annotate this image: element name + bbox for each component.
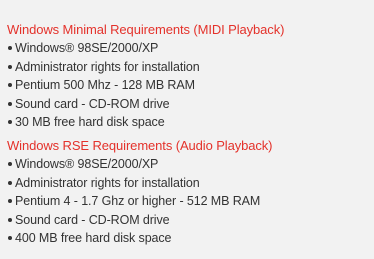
list-item-text: 400 MB free hard disk space — [15, 231, 172, 245]
bullet-dot-icon — [8, 162, 12, 167]
bullet-dot-icon — [8, 199, 12, 204]
bullet-dot-icon — [8, 101, 12, 106]
list-item: 30 MB free hard disk space — [7, 113, 367, 132]
list-item: Sound card - CD-ROM drive — [7, 95, 367, 114]
requirements-list: Windows® 98SE/2000/XP Administrator righ… — [7, 39, 367, 132]
requirements-panel: Windows Minimal Requirements (MIDI Playb… — [0, 0, 374, 259]
bullet-dot-icon — [8, 180, 12, 185]
list-item: Administrator rights for installation — [7, 174, 367, 193]
bullet-dot-icon — [8, 120, 12, 125]
list-item: 400 MB free hard disk space — [7, 229, 367, 248]
bullet-dot-icon — [8, 236, 12, 241]
list-item-text: Sound card - CD-ROM drive — [15, 212, 170, 227]
list-item-text: Windows® 98SE/2000/XP — [15, 41, 159, 55]
midi-requirements-section: Windows Minimal Requirements (MIDI Playb… — [7, 21, 367, 132]
list-item-text: Windows® 98SE/2000/XP — [15, 157, 159, 171]
section-heading: Windows Minimal Requirements (MIDI Playb… — [7, 22, 285, 37]
list-item-text: Pentium 4 - 1.7 Ghz or higher - 512 MB R… — [15, 194, 261, 208]
list-item: Sound card - CD-ROM drive — [7, 211, 367, 230]
rse-requirements-section: Windows RSE Requirements (Audio Playback… — [7, 137, 367, 248]
bullet-dot-icon — [8, 83, 12, 88]
section-heading: Windows RSE Requirements (Audio Playback… — [7, 138, 273, 153]
list-item-text: Administrator rights for installation — [15, 175, 200, 190]
list-item: Pentium 4 - 1.7 Ghz or higher - 512 MB R… — [7, 192, 367, 211]
list-item: Administrator rights for installation — [7, 58, 367, 77]
list-item: Windows® 98SE/2000/XP — [7, 39, 367, 58]
bullet-dot-icon — [8, 46, 12, 51]
list-item-text: Administrator rights for installation — [15, 59, 200, 74]
list-item-text: Pentium 500 Mhz - 128 MB RAM — [15, 78, 195, 92]
bullet-dot-icon — [8, 64, 12, 69]
bullet-dot-icon — [8, 217, 12, 222]
list-item-text: 30 MB free hard disk space — [15, 115, 165, 129]
list-item-text: Sound card - CD-ROM drive — [15, 96, 170, 111]
requirements-list: Windows® 98SE/2000/XP Administrator righ… — [7, 155, 367, 248]
list-item: Pentium 500 Mhz - 128 MB RAM — [7, 76, 367, 95]
list-item: Windows® 98SE/2000/XP — [7, 155, 367, 174]
